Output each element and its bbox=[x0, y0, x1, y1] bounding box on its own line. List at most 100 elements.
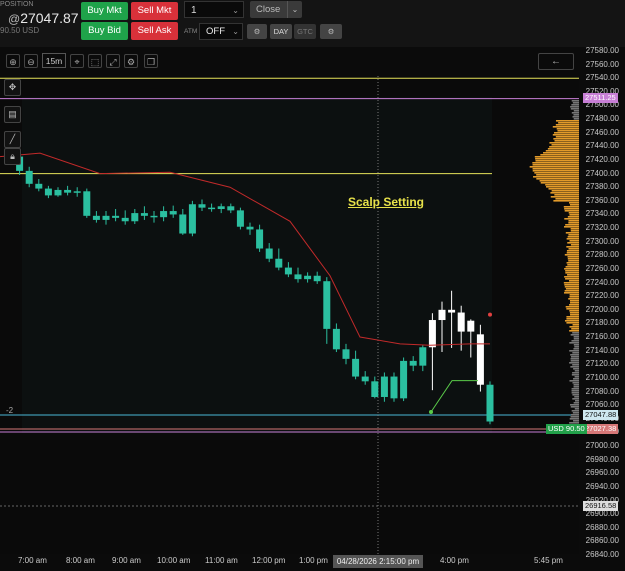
candle-body bbox=[362, 377, 369, 382]
price-tick-label: 27400.00 bbox=[586, 169, 619, 178]
volume-profile-bar bbox=[568, 256, 579, 258]
candle-body bbox=[352, 359, 359, 377]
volume-profile-bar bbox=[556, 124, 579, 126]
volume-profile-bar bbox=[572, 392, 579, 394]
chart-annotation[interactable]: Scalp Setting bbox=[348, 195, 424, 209]
time-tick-label: 7:00 am bbox=[18, 556, 47, 565]
price-tick-label: 26840.00 bbox=[586, 550, 619, 559]
volume-profile-bar bbox=[568, 220, 579, 222]
volume-profile-bar bbox=[569, 212, 579, 214]
volume-profile-bar bbox=[540, 180, 579, 182]
candle-body bbox=[45, 189, 52, 196]
volume-profile-bar bbox=[571, 356, 579, 358]
draw-icon[interactable]: ╱ bbox=[4, 131, 21, 148]
volume-profile-bar bbox=[564, 206, 579, 208]
volume-profile-bar bbox=[557, 128, 579, 130]
volume-profile-bar bbox=[565, 272, 579, 274]
volume-profile-bar bbox=[568, 260, 579, 262]
volume-profile-bar bbox=[572, 332, 579, 334]
notes-icon[interactable]: ▤ bbox=[4, 106, 21, 123]
volume-profile-bar bbox=[569, 350, 579, 352]
volume-profile-bar bbox=[565, 278, 579, 280]
volume-profile-bar bbox=[549, 142, 579, 144]
volume-profile-bar bbox=[546, 186, 579, 188]
candle-body bbox=[275, 259, 282, 268]
volume-profile-bar bbox=[558, 122, 579, 124]
volume-profile-bar bbox=[569, 330, 579, 332]
volume-profile-bar bbox=[569, 280, 579, 282]
volume-profile-bar bbox=[571, 244, 579, 246]
volume-profile-bar bbox=[573, 348, 579, 350]
volume-profile-bar bbox=[553, 138, 579, 140]
candle-body bbox=[429, 320, 436, 347]
volume-profile-bar bbox=[533, 168, 579, 170]
alert-dot bbox=[488, 313, 492, 317]
candle-body bbox=[487, 385, 494, 422]
volume-profile-bar bbox=[571, 360, 579, 362]
volume-profile-bar bbox=[568, 298, 579, 300]
volume-profile-bar bbox=[569, 248, 579, 250]
volume-profile-bar bbox=[565, 290, 579, 292]
volume-profile-bar bbox=[574, 402, 579, 404]
candle-body bbox=[199, 204, 206, 207]
volume-profile-bar bbox=[571, 228, 579, 230]
volume-profile-bar bbox=[566, 318, 579, 320]
candle-body bbox=[35, 184, 42, 189]
volume-profile-bar bbox=[553, 134, 579, 136]
volume-profile-bar bbox=[536, 174, 579, 176]
volume-profile-bar bbox=[574, 384, 579, 386]
volume-profile-bar bbox=[572, 100, 579, 102]
price-tick-label: 27300.00 bbox=[586, 237, 619, 246]
price-tick-label: 27480.00 bbox=[586, 114, 619, 123]
volume-profile-bar bbox=[572, 374, 579, 376]
volume-profile-bar bbox=[573, 324, 579, 326]
price-chart[interactable] bbox=[0, 0, 625, 571]
move-icon[interactable]: ✥ bbox=[4, 79, 21, 96]
volume-profile-bar bbox=[556, 120, 579, 122]
candle-body bbox=[208, 208, 215, 210]
volume-profile-bar bbox=[565, 224, 579, 226]
volume-profile-bar bbox=[572, 352, 579, 354]
volume-profile-bar bbox=[567, 264, 579, 266]
top-price-tag: 27511.25 bbox=[583, 93, 618, 103]
candle-body bbox=[419, 347, 426, 365]
volume-profile-bar bbox=[548, 188, 579, 190]
candle-body bbox=[55, 190, 62, 195]
candle-body bbox=[448, 310, 455, 313]
volume-profile-bar bbox=[554, 194, 579, 196]
signal-line bbox=[431, 381, 478, 412]
lock-icon[interactable]: 🔒︎ bbox=[4, 148, 21, 165]
candle-body bbox=[160, 211, 167, 217]
volume-profile-bar bbox=[553, 126, 579, 128]
volume-profile-bar bbox=[545, 184, 579, 186]
candle-body bbox=[266, 249, 273, 259]
candle-body bbox=[247, 227, 254, 230]
volume-profile-bar bbox=[555, 198, 579, 200]
candle-body bbox=[323, 281, 330, 329]
volume-profile-bar bbox=[574, 344, 579, 346]
position-quantity-label: -2 bbox=[6, 406, 13, 415]
volume-profile-bar bbox=[565, 320, 579, 322]
volume-profile-bar bbox=[570, 354, 579, 356]
volume-profile-bar bbox=[567, 262, 579, 264]
lower-level-tag: 26916.58 bbox=[583, 501, 618, 511]
candle-body bbox=[467, 321, 474, 332]
price-tick-label: 27360.00 bbox=[586, 196, 619, 205]
volume-profile-bar bbox=[543, 152, 579, 154]
volume-profile-bar bbox=[566, 322, 579, 324]
candle-body bbox=[295, 274, 302, 279]
candle-body bbox=[371, 381, 378, 397]
volume-profile-bar bbox=[552, 144, 579, 146]
volume-profile-bar bbox=[570, 314, 579, 316]
volume-profile-bar bbox=[551, 196, 579, 198]
candle-body bbox=[179, 214, 186, 233]
volume-profile-bar bbox=[566, 232, 579, 234]
volume-profile-bar bbox=[564, 276, 579, 278]
candle-body bbox=[112, 216, 119, 218]
volume-profile-bar bbox=[546, 150, 579, 152]
price-tick-label: 27160.00 bbox=[586, 332, 619, 341]
volume-profile-bar bbox=[575, 408, 579, 410]
volume-profile-bar bbox=[573, 412, 579, 414]
volume-profile-bar bbox=[572, 364, 579, 366]
price-tick-label: 27560.00 bbox=[586, 60, 619, 69]
